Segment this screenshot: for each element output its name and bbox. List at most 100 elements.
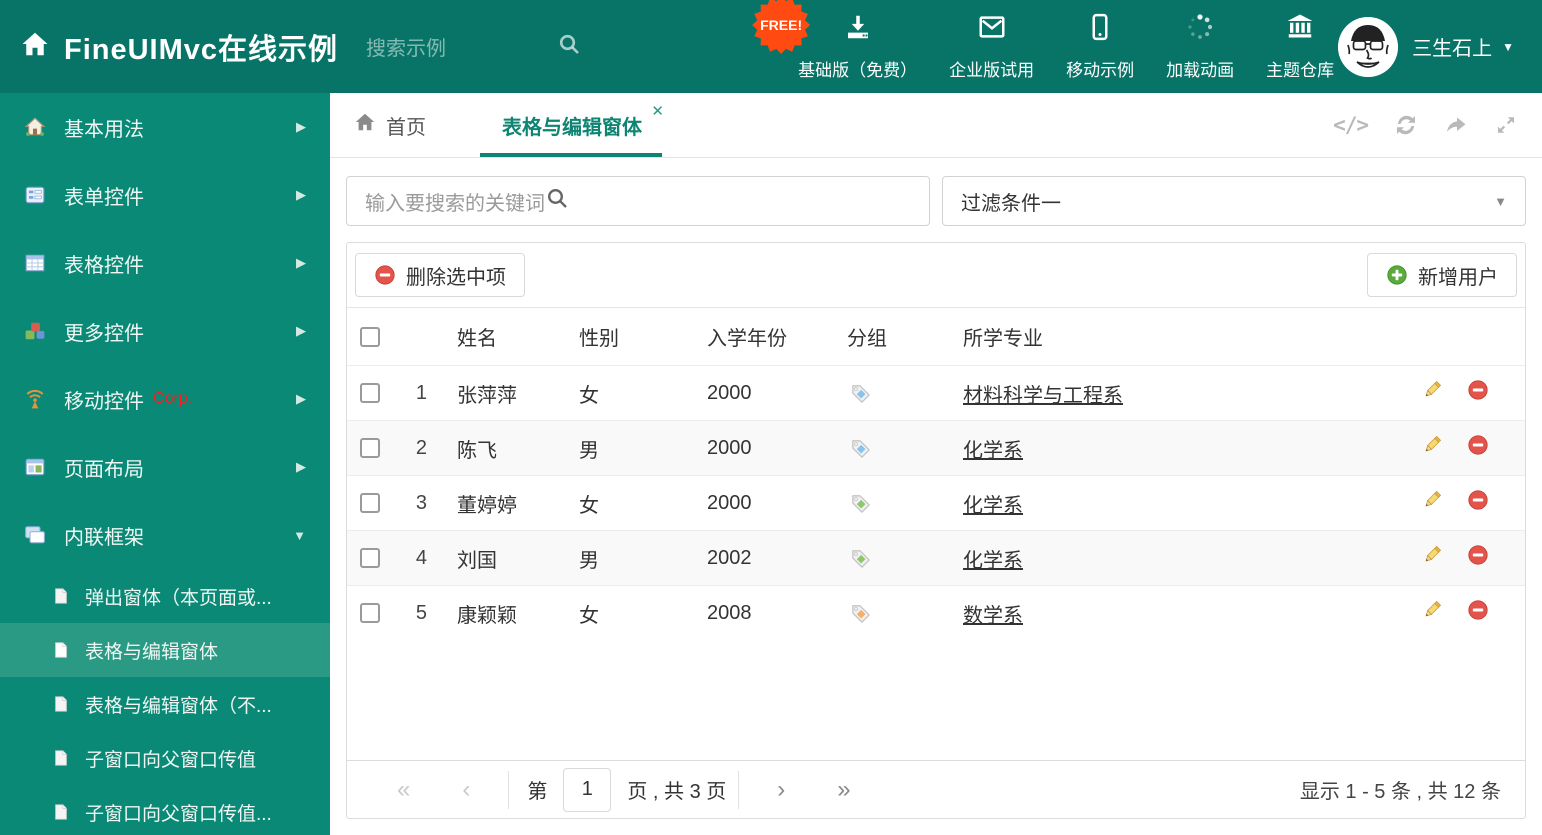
nav-label: 主题仓库	[1266, 61, 1335, 80]
first-page-button[interactable]: «	[371, 776, 436, 804]
tag-icon	[823, 602, 939, 625]
caret-down-icon: ▼	[1502, 39, 1514, 54]
prev-page-button[interactable]: ‹	[436, 776, 496, 804]
row-checkbox[interactable]	[360, 603, 380, 623]
nav-loading-animations[interactable]: 加载动画	[1166, 12, 1234, 81]
search-icon	[545, 186, 569, 216]
sidebar-subitem-grid-edit-window-2[interactable]: 表格与编辑窗体（不...	[0, 677, 330, 731]
tab-grid-edit-window[interactable]: 表格与编辑窗体 ✕	[480, 93, 664, 157]
cell-name: 刘国	[457, 549, 497, 572]
nav-enterprise-trial[interactable]: 企业版试用	[949, 12, 1034, 81]
sidebar-subitem-popup-window[interactable]: 弹出窗体（本页面或...	[0, 569, 330, 623]
app-brand[interactable]: FineUIMvc在线示例	[20, 26, 338, 68]
chevron-right-icon: ▶	[296, 459, 306, 474]
sidebar-subitem-child-to-parent-2[interactable]: 子窗口向父窗口传值...	[0, 785, 330, 835]
column-name[interactable]: 姓名	[433, 322, 555, 351]
cell-name: 张萍萍	[457, 384, 517, 407]
record-count-summary: 显示 1 - 5 条 , 共 12 条	[1299, 781, 1501, 803]
cell-year: 2000	[707, 436, 752, 459]
edit-pencil-icon[interactable]	[1421, 599, 1443, 627]
house-icon	[24, 116, 46, 138]
major-link[interactable]: 化学系	[963, 440, 1023, 462]
column-year[interactable]: 入学年份	[683, 322, 823, 351]
sidebar-item-more-controls[interactable]: 更多控件 ▶	[0, 297, 330, 365]
nav-mobile-examples[interactable]: 移动示例	[1066, 12, 1134, 81]
nav-theme-store[interactable]: 主题仓库	[1266, 12, 1334, 81]
sidebar-item-label: 页面布局	[64, 458, 144, 481]
filter-row: 输入要搜索的关键词 过滤条件一 ▼	[346, 176, 1526, 226]
chevron-right-icon: ▶	[296, 255, 306, 270]
column-gender[interactable]: 性别	[555, 322, 683, 351]
table-row: 5 康颖颖 女 2008 数学系	[347, 585, 1525, 640]
filter-dropdown[interactable]: 过滤条件一 ▼	[942, 176, 1526, 226]
active-tab-underline	[480, 153, 662, 157]
filter-selected-value: 过滤条件一	[961, 192, 1061, 215]
row-checkbox[interactable]	[360, 438, 380, 458]
row-checkbox[interactable]	[360, 548, 380, 568]
major-link[interactable]: 化学系	[963, 550, 1023, 572]
sidebar-item-mobile-controls[interactable]: 移动控件 Corp. ▶	[0, 365, 330, 433]
bank-icon	[1285, 12, 1315, 47]
refresh-icon[interactable]	[1394, 113, 1418, 137]
cell-gender: 男	[579, 549, 599, 572]
sidebar-item-label: 基本用法	[64, 118, 144, 141]
edit-pencil-icon[interactable]	[1421, 434, 1443, 462]
nav-label: 移动示例	[1066, 61, 1135, 80]
row-checkbox[interactable]	[360, 493, 380, 513]
major-link[interactable]: 材料科学与工程系	[963, 385, 1123, 407]
last-page-button[interactable]: »	[811, 776, 876, 804]
cell-gender: 女	[579, 494, 599, 517]
source-code-icon[interactable]: </>	[1333, 113, 1369, 137]
username: 三生石上	[1412, 38, 1493, 60]
column-major[interactable]: 所学专业	[939, 322, 1410, 351]
sidebar-item-page-layout[interactable]: 页面布局 ▶	[0, 433, 330, 501]
delete-selected-label: 删除选中项	[406, 266, 506, 289]
edit-pencil-icon[interactable]	[1421, 489, 1443, 517]
header-search-input[interactable]: 搜索示例	[366, 32, 581, 61]
delete-row-icon[interactable]	[1467, 434, 1489, 462]
antenna-icon	[24, 388, 46, 410]
sidebar-item-iframe[interactable]: 内联框架 ▼	[0, 501, 330, 569]
keyword-search-input[interactable]: 输入要搜索的关键词	[346, 176, 930, 226]
table-header-row: 姓名 性别 入学年份 分组 所学专业	[347, 307, 1525, 365]
spinner-icon	[1185, 12, 1215, 47]
user-menu[interactable]: 三生石上 ▼	[1412, 32, 1514, 61]
sidebar-item-form-controls[interactable]: 表单控件 ▶	[0, 161, 330, 229]
table-row: 1 张萍萍 女 2000 材料科学与工程系	[347, 365, 1525, 420]
delete-row-icon[interactable]	[1467, 489, 1489, 517]
column-group[interactable]: 分组	[823, 322, 939, 351]
tab-tools: </>	[1333, 113, 1518, 137]
open-new-window-icon[interactable]	[1444, 113, 1468, 137]
close-icon[interactable]: ✕	[651, 102, 664, 120]
major-link[interactable]: 数学系	[963, 605, 1023, 627]
page-suffix-label: 页 , 共 3 页	[627, 781, 727, 803]
select-all-checkbox[interactable]	[360, 326, 380, 347]
sidebar-subitem-child-to-parent[interactable]: 子窗口向父窗口传值	[0, 731, 330, 785]
tab-home[interactable]: 首页	[354, 111, 426, 140]
delete-row-icon[interactable]	[1467, 599, 1489, 627]
envelope-icon	[977, 12, 1007, 47]
user-avatar[interactable]	[1338, 16, 1399, 77]
edit-pencil-icon[interactable]	[1421, 379, 1443, 407]
tag-icon	[823, 492, 939, 515]
row-checkbox[interactable]	[360, 383, 380, 403]
nav-basic-edition[interactable]: FREE! 基础版（免费）	[752, 0, 917, 81]
delete-selected-button[interactable]: 删除选中项	[355, 253, 525, 297]
grid-empty-space	[347, 640, 1525, 760]
delete-row-icon[interactable]	[1467, 544, 1489, 572]
sidebar-item-grid-controls[interactable]: 表格控件 ▶	[0, 229, 330, 297]
pager-divider	[738, 770, 740, 809]
frames-icon	[24, 524, 46, 546]
delete-row-icon[interactable]	[1467, 379, 1489, 407]
page-number-input[interactable]	[563, 767, 612, 812]
sidebar-subitem-grid-edit-window[interactable]: 表格与编辑窗体	[0, 623, 330, 677]
add-user-button[interactable]: 新增用户	[1367, 253, 1517, 297]
edit-pencil-icon[interactable]	[1421, 544, 1443, 572]
sidebar-item-label: 更多控件	[64, 322, 144, 345]
cell-year: 2000	[707, 491, 752, 514]
major-link[interactable]: 化学系	[963, 495, 1023, 517]
next-page-button[interactable]: ›	[751, 776, 811, 804]
fullscreen-icon[interactable]	[1494, 113, 1518, 137]
sidebar-item-basic-usage[interactable]: 基本用法 ▶	[0, 93, 330, 161]
pagination-bar: « ‹ 第 页 , 共 3 页 › » 显示 1 - 5 条 , 共 12 条	[347, 760, 1525, 818]
